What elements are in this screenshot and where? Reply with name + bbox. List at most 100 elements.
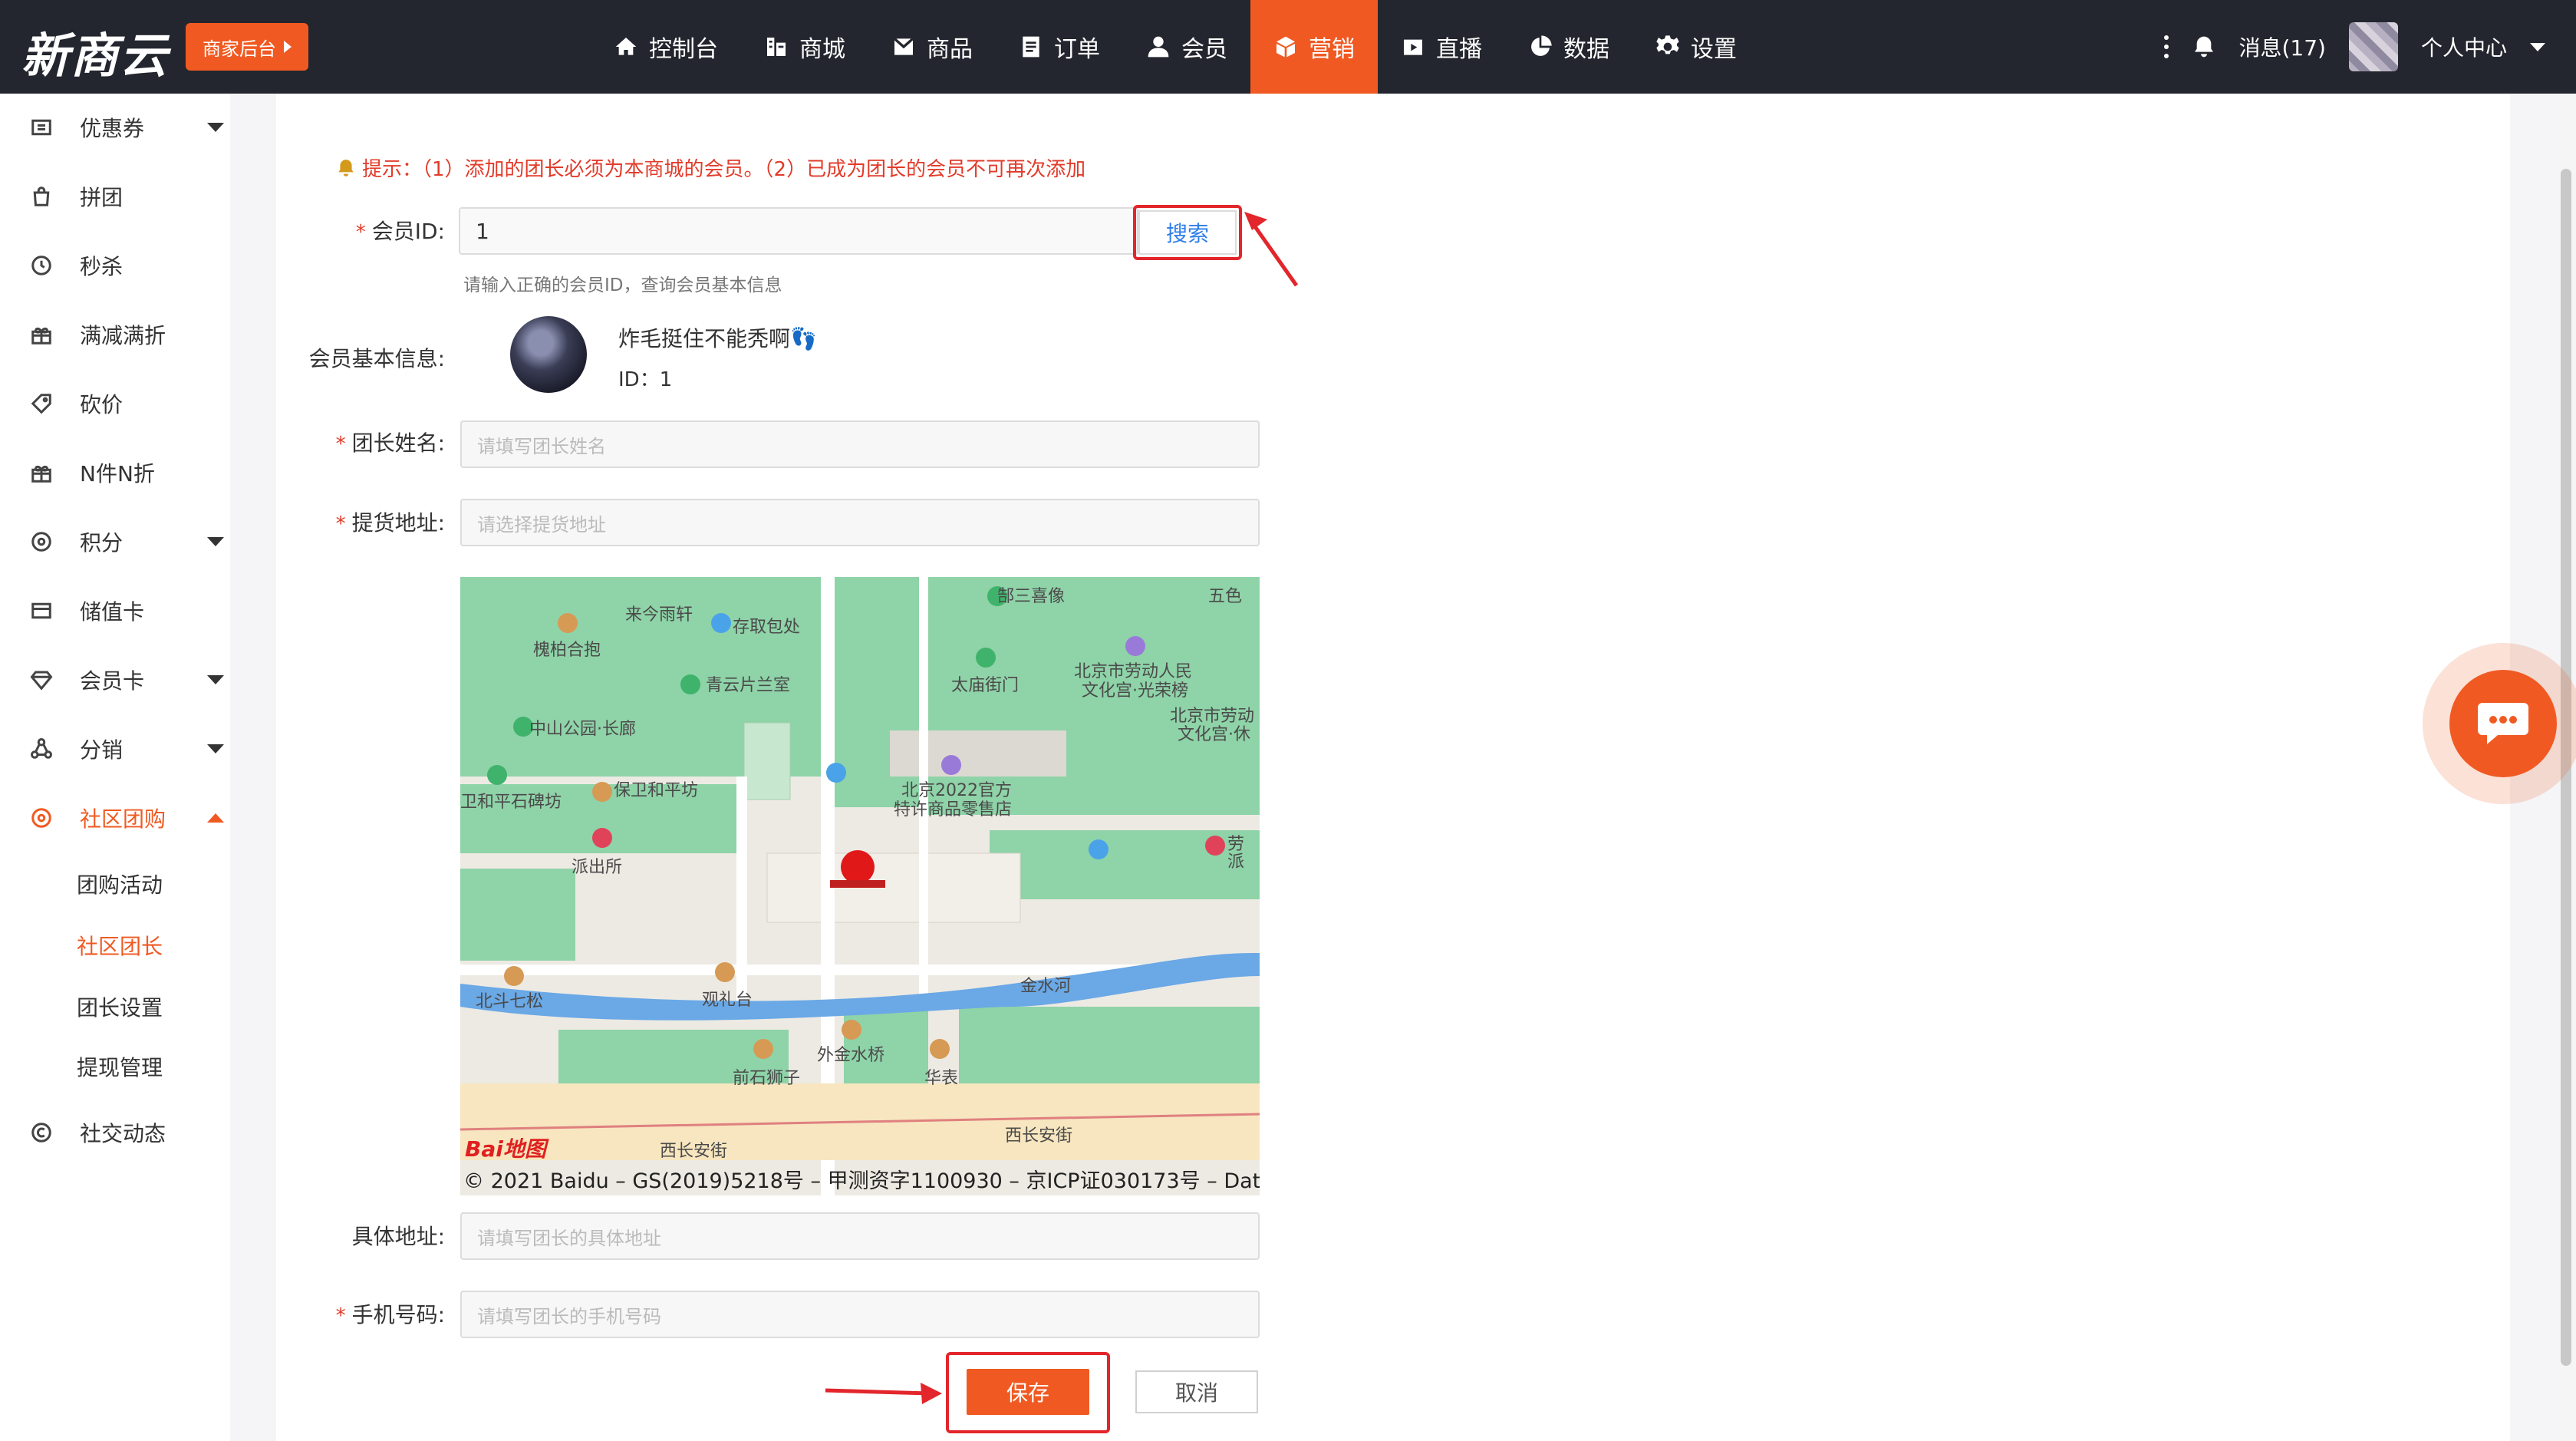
- sidebar-item-label: 满减满折: [80, 323, 166, 348]
- sidebar-item-bargain[interactable]: 砍价: [0, 381, 230, 427]
- sidebar-sub-leader-settings[interactable]: 团长设置: [77, 991, 163, 1022]
- merchant-backend-button[interactable]: 商家后台: [186, 23, 308, 71]
- svg-text:存取包处: 存取包处: [733, 618, 800, 637]
- sidebar-item-label: 拼团: [80, 185, 124, 210]
- nav-item-settings[interactable]: 设置: [1632, 0, 1760, 94]
- sidebar-item-groupbuy[interactable]: 拼团: [0, 173, 230, 219]
- svg-text:观礼台: 观礼台: [702, 991, 753, 1010]
- leader-name-input[interactable]: 请填写团长姓名: [460, 420, 1260, 468]
- member-id-label-row: * 会员ID:: [276, 215, 445, 246]
- top-nav-bar: 新商云 商家后台 控制台 商城 商品 订单 会员 营销 直播 数据 设置 消息(…: [0, 0, 2576, 94]
- user-icon: [1148, 36, 1169, 58]
- sidebar-item-label: N件N折: [80, 461, 155, 486]
- leader-name-placeholder: 请填写团长姓名: [477, 435, 606, 457]
- svg-text:前石狮子: 前石狮子: [733, 1069, 800, 1088]
- sidebar-item-label: 优惠券: [80, 116, 145, 141]
- bell-icon[interactable]: [2192, 35, 2216, 59]
- chevron-down-icon: [207, 537, 224, 546]
- nav-item-orders[interactable]: 订单: [996, 0, 1123, 94]
- pie-icon: [1531, 35, 1552, 56]
- map-canvas[interactable]: 来今雨轩 存取包处 郜三喜像 五色 槐柏合抱 青云片兰室 太庙街门 北京市劳动人…: [460, 577, 1260, 1195]
- sidebar-item-label: 分销: [80, 737, 124, 763]
- search-highlight-box: [1133, 205, 1242, 260]
- svg-text:卫和平石碑坊: 卫和平石碑坊: [460, 793, 562, 812]
- svg-text:文化宫·光荣榜: 文化宫·光荣榜: [1082, 681, 1188, 701]
- nav-item-data[interactable]: 数据: [1505, 0, 1632, 94]
- share-icon: [29, 737, 54, 761]
- app-logo[interactable]: 新商云: [21, 17, 169, 86]
- svg-text:劳: 劳: [1227, 835, 1244, 854]
- pickup-label: 提货地址:: [351, 510, 445, 536]
- sidebar-sub-community-leader[interactable]: 社区团长: [77, 930, 163, 961]
- nav-item-products[interactable]: 商品: [868, 0, 996, 94]
- map-view[interactable]: 来今雨轩 存取包处 郜三喜像 五色 槐柏合抱 青云片兰室 太庙街门 北京市劳动人…: [460, 577, 1260, 1195]
- sidebar-item-label: 砍价: [80, 392, 124, 417]
- profile-link[interactable]: 个人中心: [2421, 31, 2507, 62]
- svg-text:金水河: 金水河: [1020, 977, 1071, 996]
- user-avatar[interactable]: [2348, 22, 2398, 71]
- bag-icon: [29, 184, 54, 209]
- sidebar-item-label: 储值卡: [80, 599, 145, 625]
- sidebar-item-discount[interactable]: 满减满折: [0, 312, 230, 358]
- required-mark: *: [335, 513, 346, 536]
- detail-address-input[interactable]: 请填写团长的具体地址: [460, 1212, 1260, 1260]
- sidebar-item-distribution[interactable]: 分销: [0, 726, 230, 772]
- pickup-address-input[interactable]: 请选择提货地址: [460, 499, 1260, 546]
- sidebar-sub-withdraw[interactable]: 提现管理: [77, 1051, 163, 1082]
- cancel-button[interactable]: 取消: [1135, 1370, 1258, 1413]
- messages-link[interactable]: 消息(17): [2239, 31, 2326, 62]
- sidebar: 优惠券 拼团 秒杀 满减满折 砍价 N件N折 积分 储值卡 会员卡 分销 社区团…: [0, 94, 230, 1441]
- sidebar-item-stored-card[interactable]: 储值卡: [0, 588, 230, 634]
- chat-button[interactable]: [2449, 670, 2557, 777]
- nav-item-members[interactable]: 会员: [1123, 0, 1250, 94]
- svg-text:五色: 五色: [1208, 587, 1242, 606]
- nav-item-dashboard[interactable]: 控制台: [591, 0, 741, 94]
- sidebar-item-community-group[interactable]: 社区团购: [0, 795, 230, 841]
- svg-text:文化宫·休: 文化宫·休: [1178, 725, 1250, 744]
- annotation-arrow-icon: [1244, 212, 1299, 287]
- sidebar-item-points[interactable]: 积分: [0, 519, 230, 565]
- sidebar-item-coupons[interactable]: 优惠券: [0, 104, 230, 150]
- chevron-down-icon: [207, 123, 224, 132]
- member-id-help: 请输入正确的会员ID，查询会员基本信息: [463, 275, 782, 295]
- sidebar-sub-group-activity[interactable]: 团购活动: [77, 869, 163, 899]
- detail-address-placeholder: 请填写团长的具体地址: [477, 1227, 661, 1249]
- mail-icon: [893, 38, 914, 55]
- sidebar-item-social[interactable]: 社交动态: [0, 1110, 230, 1156]
- more-icon[interactable]: [2163, 35, 2169, 58]
- main-nav: 控制台 商城 商品 订单 会员 营销 直播 数据 设置: [591, 0, 1760, 94]
- sidebar-item-label: 社区团购: [80, 806, 166, 832]
- member-name: 炸毛挺住不能秃啊👣: [618, 326, 817, 351]
- svg-text:北斗七松: 北斗七松: [476, 992, 543, 1011]
- sidebar-item-label: 社交动态: [80, 1121, 166, 1146]
- phone-input[interactable]: 请填写团长的手机号码: [460, 1291, 1260, 1338]
- sidebar-item-label: 积分: [80, 530, 124, 556]
- chevron-down-icon: [207, 744, 224, 753]
- sidebar-item-member-card[interactable]: 会员卡: [0, 657, 230, 703]
- member-id-input[interactable]: 1: [459, 207, 1138, 255]
- merchant-backend-label: 商家后台: [203, 38, 276, 60]
- sidebar-item-flashsale[interactable]: 秒杀: [0, 242, 230, 289]
- nav-label: 营销: [1309, 36, 1355, 63]
- chevron-down-icon: [207, 675, 224, 684]
- gift-icon: [29, 322, 54, 347]
- sidebar-item-n-items[interactable]: N件N折: [0, 450, 230, 496]
- nav-item-live[interactable]: 直播: [1378, 0, 1505, 94]
- nav-item-marketing[interactable]: 营销: [1250, 0, 1378, 94]
- pickup-label-row: * 提货地址:: [276, 506, 445, 537]
- nav-item-mall[interactable]: 商城: [741, 0, 868, 94]
- member-avatar: [510, 316, 587, 393]
- nav-label: 订单: [1054, 36, 1100, 63]
- card-icon: [29, 598, 54, 623]
- baidu-map-logo[interactable]: Bai地图: [465, 1133, 546, 1163]
- caret-right-icon: [284, 41, 292, 53]
- diamond-icon: [29, 668, 54, 692]
- app-root: 新商云 商家后台 控制台 商城 商品 订单 会员 营销 直播 数据 设置 消息(…: [0, 0, 2576, 1441]
- chevron-down-icon[interactable]: [2530, 42, 2545, 51]
- save-button[interactable]: 保存: [967, 1369, 1089, 1415]
- copyright-icon: [29, 1120, 54, 1145]
- member-id-label: 会员ID:: [371, 219, 445, 244]
- nav-label: 商品: [927, 36, 973, 63]
- required-mark: *: [335, 1304, 346, 1327]
- pickup-placeholder: 请选择提货地址: [477, 513, 606, 536]
